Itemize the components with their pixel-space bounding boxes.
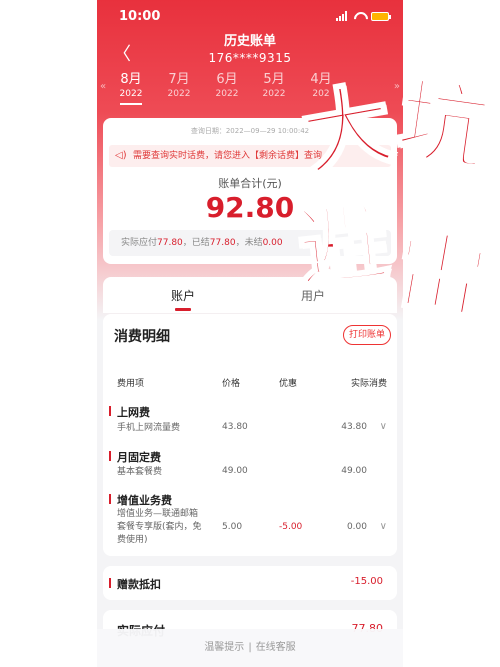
status-bar: 10:00 [97, 9, 403, 25]
row-category: 月固定费 [109, 451, 161, 464]
row-description: 手机上网流量费 [117, 423, 181, 433]
status-icons [336, 11, 391, 21]
gift-value: -15.00 [350, 576, 383, 587]
nav-bar: 〈 历史账单 176****9315 [97, 34, 403, 70]
overlay-char-2: 坑 [390, 65, 497, 185]
row-description: 增值业务—联通邮箱套餐专享版(套内，免费使用) [117, 509, 202, 545]
months-right-arrow-icon[interactable]: » [394, 81, 400, 92]
column-header: 优惠 [279, 379, 298, 389]
speaker-icon: ◁) [115, 150, 127, 161]
online-service-link[interactable]: 在线客服 [256, 642, 296, 653]
footer-separator: | [248, 642, 252, 653]
signal-icon [336, 11, 347, 21]
month-tab-3[interactable]: 5月 2022 [250, 71, 298, 101]
battery-icon [371, 11, 391, 21]
column-header: 价格 [222, 379, 241, 389]
row-actual: 49.00 [341, 466, 367, 476]
unpaid-value: 0.00 [262, 238, 283, 248]
gift-deduction-row: 赠款抵扣 -15.00 [103, 566, 397, 600]
row-category: 增值业务费 [109, 494, 172, 507]
row-category: 上网费 [109, 406, 150, 419]
row-actual: 0.00 [346, 522, 367, 532]
overlay-char-3: 避 [291, 186, 395, 304]
notice-text: 需要查询实时话费，请您进入【剩余话费】查询。 [133, 151, 332, 161]
back-arrow-icon[interactable]: 〈 [113, 40, 131, 66]
tip-link[interactable]: 温馨提示 [204, 642, 244, 653]
section-title: 消费明细 [114, 329, 170, 345]
month-tab-1[interactable]: 7月 2022 [155, 71, 203, 101]
column-header: 实际消费 [350, 379, 387, 389]
column-header: 费用项 [117, 379, 145, 389]
row-actual: 43.80 [341, 422, 367, 432]
chevron-down-icon[interactable]: ∨ [380, 521, 387, 532]
status-time: 10:00 [119, 9, 161, 24]
phone-number: 176****9315 [208, 51, 292, 65]
month-tab-0[interactable]: 8月 2022 [107, 71, 155, 105]
row-discount: -5.00 [279, 522, 303, 532]
print-bill-button[interactable]: 打印账单 [342, 325, 391, 345]
row-price: 43.80 [222, 422, 248, 432]
tab-account[interactable]: 账户 [171, 287, 195, 311]
row-price: 49.00 [222, 466, 248, 476]
screenshot: 10:00 〈 历史账单 176****9315 « 8月 2022 7月 20… [0, 0, 500, 667]
gift-label: 赠款抵扣 [109, 578, 161, 591]
active-month-underline [120, 103, 142, 105]
month-tab-2[interactable]: 6月 2022 [203, 71, 251, 101]
overlay-char-1: 大 [292, 68, 402, 191]
months-left-arrow-icon[interactable]: « [100, 81, 106, 92]
page-title: 历史账单 [223, 34, 276, 49]
row-price: 5.00 [222, 522, 243, 532]
pay-value: 77.80 [157, 238, 183, 248]
overlay-char-4: 雷 [386, 211, 496, 334]
chevron-down-icon[interactable]: ∨ [380, 421, 387, 432]
wifi-icon [353, 12, 365, 21]
row-description: 基本套餐费 [117, 467, 163, 477]
footer-bar: 温馨提示 | 在线客服 [97, 629, 403, 667]
consumption-detail-card: 消费明细 打印账单 费用项 价格 优惠 实际消费 上网费 手机上网流量费 43.… [103, 314, 397, 556]
paid-value: 77.80 [209, 238, 236, 248]
